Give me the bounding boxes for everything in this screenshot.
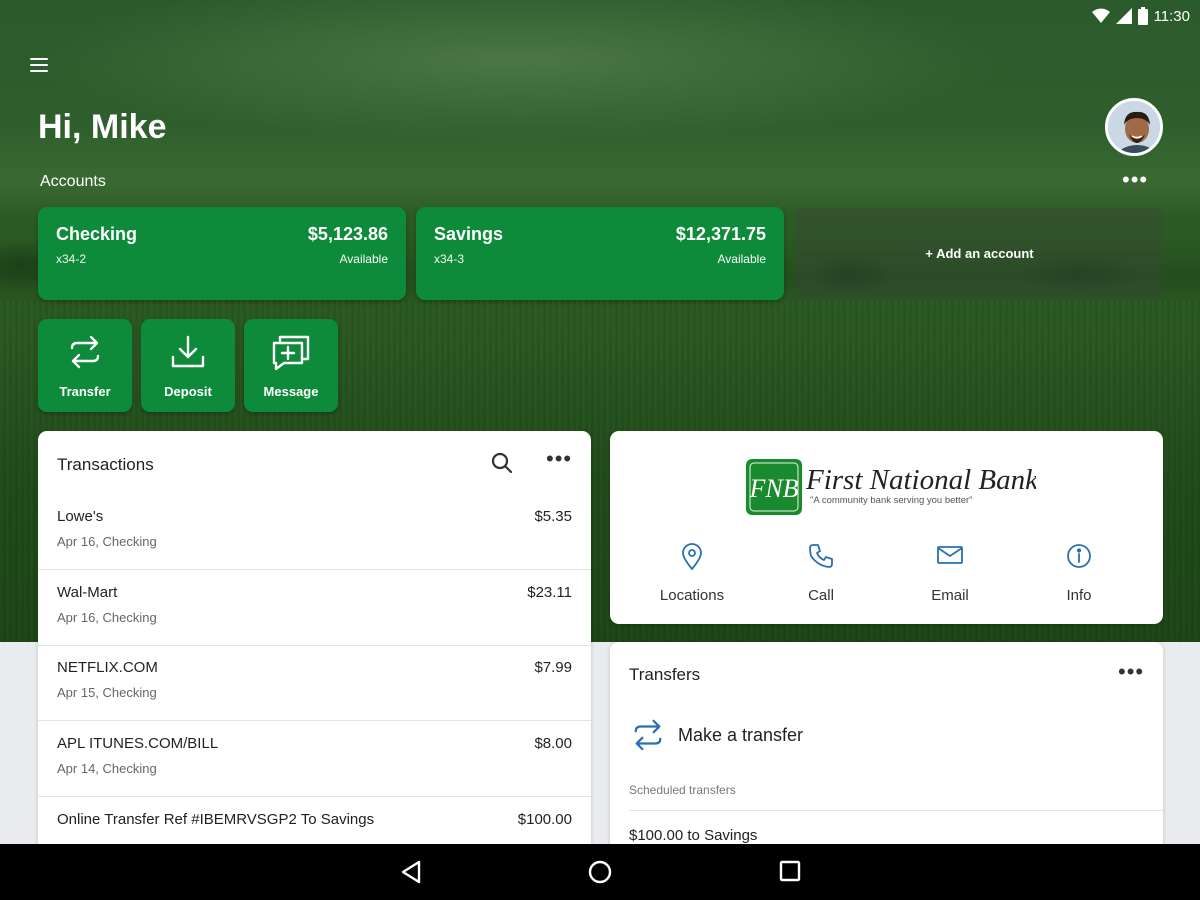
search-icon[interactable] — [490, 451, 514, 480]
recents-icon[interactable] — [779, 860, 801, 887]
phone-icon — [809, 544, 833, 568]
transaction-amount: $23.11 — [527, 584, 572, 601]
transfers-title: Transfers — [629, 665, 701, 684]
transaction-detail: Apr 16, Checking — [57, 534, 157, 549]
clock: 11:30 — [1153, 7, 1190, 25]
transaction-row[interactable]: Lowe's Apr 16, Checking $5.35 — [38, 494, 591, 570]
transactions-more-icon[interactable]: ••• — [546, 448, 572, 470]
wifi-icon — [1091, 8, 1110, 23]
deposit-icon — [171, 335, 205, 368]
home-icon[interactable] — [588, 860, 612, 889]
locations-link[interactable]: Locations — [632, 543, 752, 604]
make-transfer-label: Make a transfer — [678, 724, 804, 745]
status-bar: 11:30 — [1091, 0, 1200, 32]
account-name: Savings — [434, 224, 504, 244]
account-name: Checking — [56, 224, 138, 244]
transfer-icon — [70, 335, 100, 369]
info-icon — [1067, 544, 1091, 568]
signal-icon — [1115, 8, 1132, 24]
transaction-merchant: NETFLIX.COM — [57, 659, 158, 676]
transfer-label: Transfer — [59, 384, 111, 399]
locations-label: Locations — [659, 587, 725, 604]
account-card-savings[interactable]: Savings x34-3 $12,371.75 Available — [416, 207, 784, 300]
transaction-detail: Apr 16, Checking — [57, 610, 157, 625]
back-icon[interactable] — [400, 860, 422, 889]
add-account-button[interactable]: + Add an account — [796, 207, 1163, 300]
svg-text:FNB: FNB — [748, 474, 798, 503]
message-label: Message — [263, 384, 319, 399]
balance-label: Available — [339, 252, 388, 266]
make-transfer-button[interactable]: Make a transfer — [632, 718, 803, 752]
accounts-label: Accounts — [40, 173, 106, 190]
account-balance: $5,123.86 — [307, 224, 388, 244]
info-link[interactable]: Info — [1019, 543, 1139, 604]
bank-info-card: FNB First National Bank "A community ban… — [610, 431, 1163, 624]
transaction-row[interactable]: APL ITUNES.COM/BILL Apr 14, Checking $8.… — [38, 721, 591, 797]
menu-icon[interactable] — [30, 54, 56, 78]
transaction-row[interactable]: Wal-Mart Apr 16, Checking $23.11 — [38, 570, 591, 646]
transfers-card: Transfers ••• Make a transfer Scheduled … — [610, 642, 1163, 862]
email-icon — [937, 546, 963, 564]
avatar[interactable] — [1105, 98, 1163, 156]
navigation-bar — [0, 844, 1200, 900]
transaction-merchant: APL ITUNES.COM/BILL — [57, 735, 219, 752]
scheduled-transfer-row[interactable]: $100.00 to Savings — [629, 827, 757, 844]
svg-text:"A community bank serving you: "A community bank serving you better" — [810, 495, 973, 506]
message-button[interactable]: Message — [244, 319, 338, 412]
svg-text:First National Bank: First National Bank — [805, 464, 1036, 496]
account-card-checking[interactable]: Checking x34-2 $5,123.86 Available — [38, 207, 406, 300]
transaction-merchant: Online Transfer Ref #IBEMRVSGP2 To Savin… — [57, 811, 375, 828]
battery-icon — [1137, 7, 1148, 25]
balance-label: Available — [717, 252, 766, 266]
divider — [629, 810, 1163, 811]
scheduled-transfers-label: Scheduled transfers — [629, 783, 736, 797]
email-link[interactable]: Email — [890, 543, 1010, 604]
transaction-amount: $5.35 — [534, 508, 572, 525]
transaction-amount: $7.99 — [534, 659, 572, 676]
transfer-button[interactable]: Transfer — [38, 319, 132, 412]
account-number: x34-3 — [434, 252, 465, 266]
greeting: Hi, Mike — [38, 108, 167, 146]
account-number: x34-2 — [56, 252, 87, 266]
deposit-button[interactable]: Deposit — [141, 319, 235, 412]
call-label: Call — [808, 587, 834, 604]
transactions-title: Transactions — [57, 455, 154, 474]
transaction-merchant: Lowe's — [57, 508, 104, 525]
transactions-card: Transactions ••• Lowe's Apr 16, Checking… — [38, 431, 591, 861]
message-icon — [272, 335, 310, 371]
call-link[interactable]: Call — [761, 543, 881, 604]
info-label: Info — [1066, 587, 1092, 604]
transfer-icon — [634, 719, 662, 751]
bank-logo: FNB First National Bank "A community ban… — [746, 459, 1036, 515]
location-pin-icon — [682, 543, 702, 571]
transaction-amount: $100.00 — [517, 811, 572, 828]
account-balance: $12,371.75 — [675, 224, 766, 244]
deposit-label: Deposit — [164, 384, 212, 399]
email-label: Email — [931, 587, 969, 604]
transaction-detail: Apr 15, Checking — [57, 685, 157, 700]
transaction-merchant: Wal-Mart — [57, 584, 118, 601]
transfers-more-icon[interactable]: ••• — [1118, 661, 1144, 683]
accounts-more-icon[interactable]: ••• — [1122, 169, 1148, 191]
transaction-detail: Apr 14, Checking — [57, 761, 157, 776]
transaction-amount: $8.00 — [534, 735, 572, 752]
transaction-row[interactable]: NETFLIX.COM Apr 15, Checking $7.99 — [38, 645, 591, 721]
